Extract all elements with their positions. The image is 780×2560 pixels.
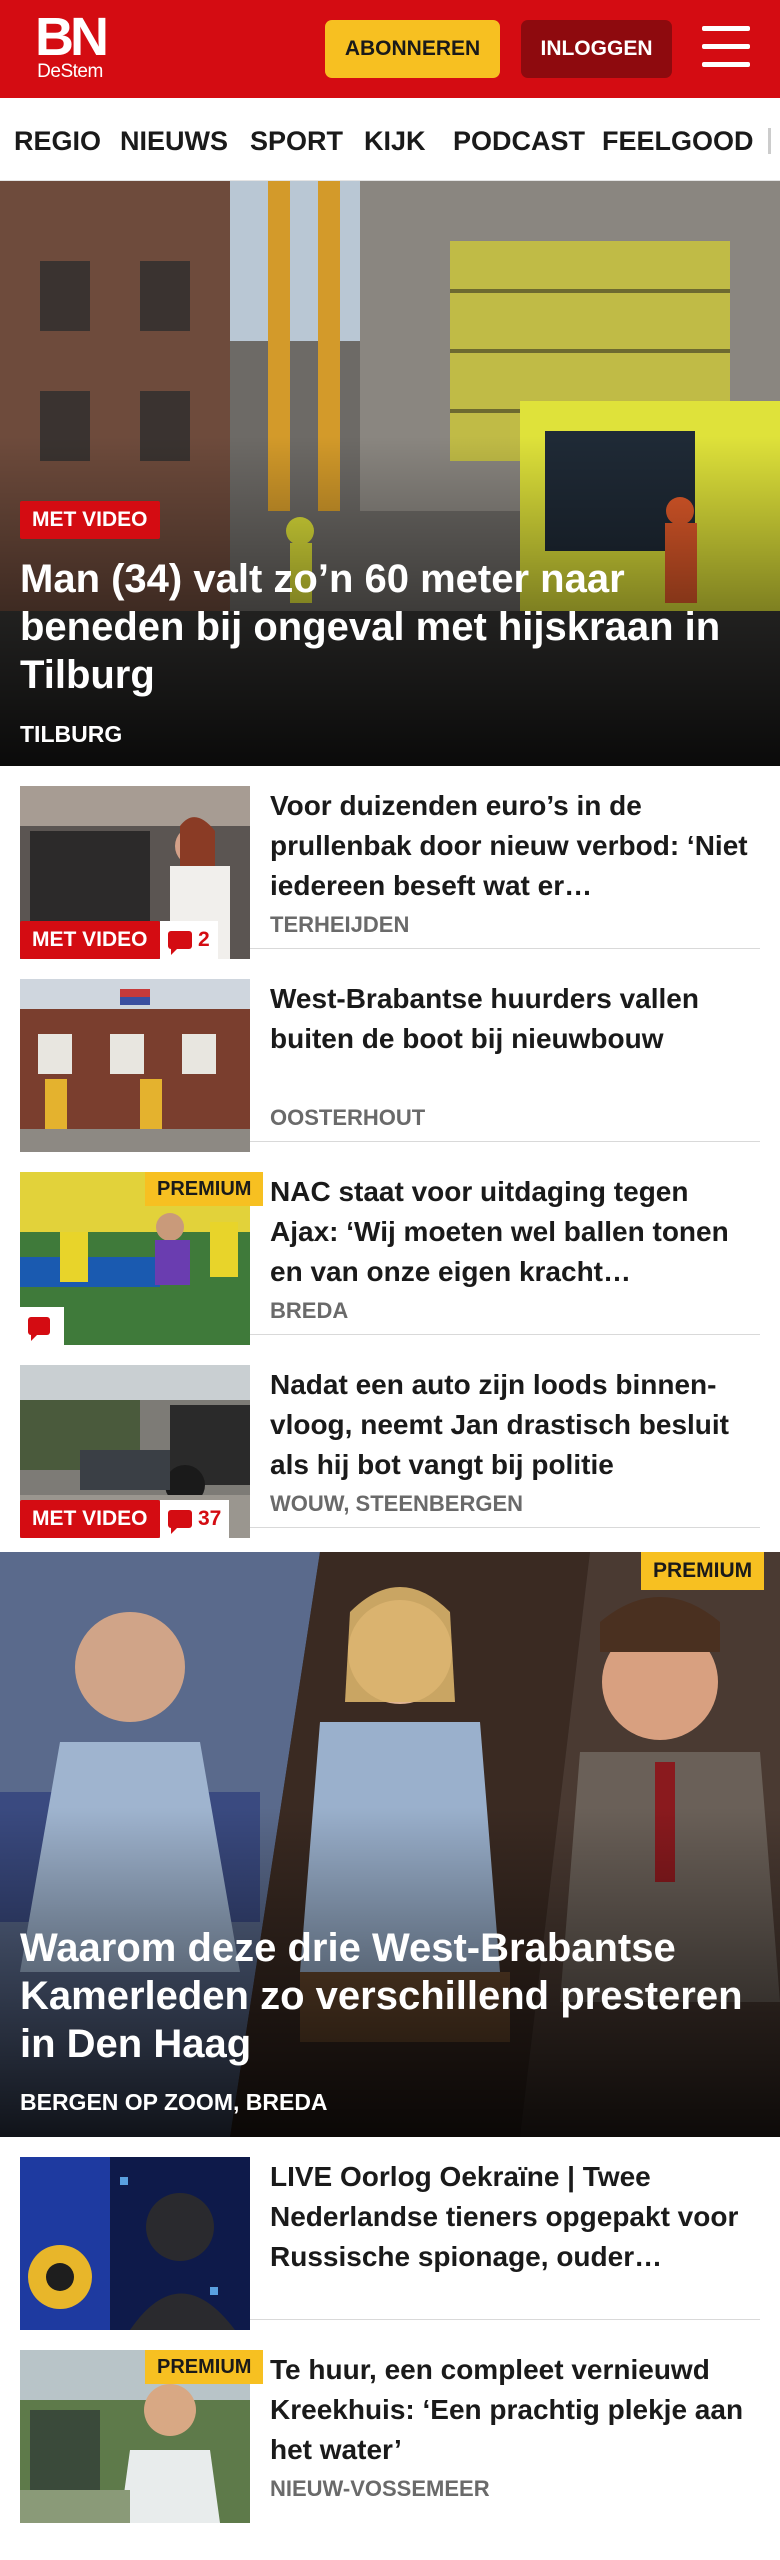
- hero-article[interactable]: MET VIDEO Man (34) valt zo’n 60 meter na…: [0, 181, 780, 766]
- list-item[interactable]: MET VIDEO 2 Voor duizenden euro’s in de …: [20, 766, 760, 959]
- login-button[interactable]: INLOGGEN: [521, 20, 672, 78]
- logo-subtitle: DeStem: [37, 61, 103, 82]
- video-badge: MET VIDEO: [20, 921, 160, 959]
- subscribe-button[interactable]: ABONNEREN: [325, 20, 500, 78]
- article-title[interactable]: West-Brabantse huurders vallen buiten de…: [270, 979, 755, 1059]
- logo-mark: BN: [35, 7, 109, 67]
- premium-badge: PREMIUM: [145, 2350, 264, 2384]
- article-title[interactable]: Voor duizenden euro’s in de prullenbak d…: [270, 786, 755, 906]
- article-photo: [20, 2157, 250, 2330]
- premium-badge: PREMIUM: [145, 1172, 264, 1206]
- bn-destem-logo[interactable]: BN DeStem: [30, 7, 110, 82]
- article-title[interactable]: LIVE Oorlog Oekraïne | Twee Nederlandse …: [270, 2157, 755, 2277]
- site-header: BN DeStem ABONNEREN INLOGGEN: [0, 0, 780, 98]
- nav-item-kijk[interactable]: KIJK: [364, 126, 426, 157]
- video-badge: MET VIDEO: [20, 1500, 160, 1538]
- comment-icon: [28, 1317, 50, 1341]
- article-thumbnail: [20, 979, 250, 1152]
- comment-count[interactable]: 37: [160, 1500, 230, 1538]
- list-item[interactable]: MET VIDEO 37 Nadat een auto zijn loods b…: [20, 1345, 760, 1538]
- article-photo: [20, 979, 250, 1152]
- nav-item-podcast[interactable]: PODCAST: [453, 126, 585, 157]
- comment-count-value: 37: [198, 1507, 222, 1530]
- comment-icon: [168, 1510, 192, 1534]
- list-item[interactable]: PREMIUM Te huur, een compleet vernieuwd …: [20, 2330, 760, 2560]
- feature-article[interactable]: PREMIUM Waarom deze drie West-Brabantse …: [0, 1552, 780, 2137]
- feature-title[interactable]: Waarom deze drie West-Brabantse Kamerled…: [20, 1924, 760, 2068]
- feature-location: BERGEN OP ZOOM, BREDA: [20, 2089, 328, 2115]
- hero-location: TILBURG: [20, 721, 123, 747]
- comment-count[interactable]: [20, 1307, 64, 1345]
- nav-item-sport[interactable]: SPORT: [250, 126, 343, 157]
- comment-count[interactable]: 2: [160, 921, 218, 959]
- video-badge: MET VIDEO: [20, 501, 160, 539]
- list-item[interactable]: PREMIUM NAC staat voor uitdaging tegen A…: [20, 1152, 760, 1345]
- comment-count-value: 2: [198, 928, 210, 951]
- nav-item-feelgood[interactable]: FEELGOOD: [602, 126, 754, 157]
- list-item[interactable]: LIVE Oorlog Oekraïne | Twee Nederlandse …: [20, 2137, 760, 2330]
- section-nav: REGIO NIEUWS SPORT KIJK PODCAST FEELGOOD: [0, 98, 780, 181]
- article-location: OOSTERHOUT: [270, 1105, 426, 1130]
- comment-icon: [168, 931, 192, 955]
- article-thumbnail: [20, 2157, 250, 2330]
- hero-title[interactable]: Man (34) valt zo’n 60 meter naar beneden…: [20, 555, 755, 699]
- nav-item-nieuws[interactable]: NIEUWS: [120, 126, 228, 157]
- article-location: TERHEIJDEN: [270, 912, 410, 937]
- article-title[interactable]: Nadat een auto zijn loods binnen­vloog, …: [270, 1365, 755, 1485]
- premium-badge: PREMIUM: [641, 1552, 765, 1590]
- article-location: NIEUW-VOSSEMEER: [270, 2476, 490, 2501]
- nav-item-regio[interactable]: REGIO: [14, 126, 101, 157]
- article-location: BREDA: [270, 1298, 349, 1323]
- article-title[interactable]: NAC staat voor uitdaging tegen Ajax: ‘Wi…: [270, 1172, 755, 1292]
- article-location: WOUW, STEENBERGEN: [270, 1491, 524, 1516]
- nav-overflow-divider: [768, 128, 771, 154]
- list-item[interactable]: West-Brabantse huurders vallen buiten de…: [20, 959, 760, 1152]
- hamburger-menu-icon[interactable]: [700, 24, 752, 70]
- article-title[interactable]: Te huur, een compleet vernieuwd Kreekhui…: [270, 2350, 755, 2470]
